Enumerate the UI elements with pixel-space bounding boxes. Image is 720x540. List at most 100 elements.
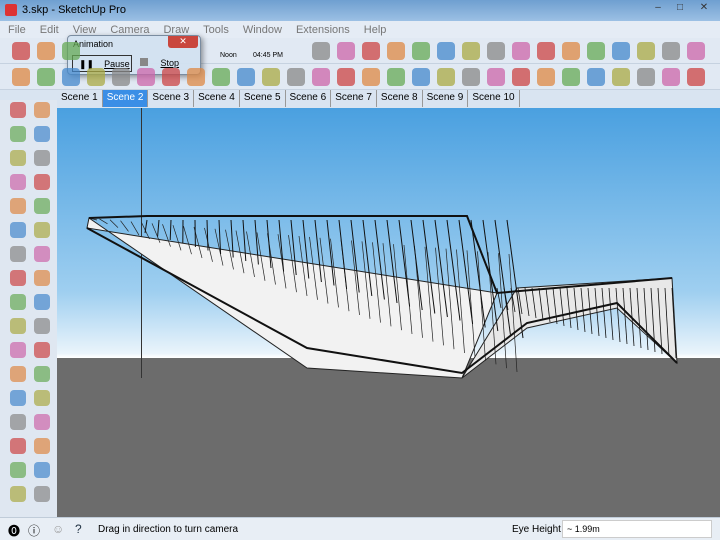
toolbar-tool-icon[interactable] [612, 68, 630, 86]
toolbar-tool-icon[interactable] [537, 68, 555, 86]
help-icon[interactable]: ? [75, 522, 82, 536]
drawing-tool-icon[interactable] [34, 366, 50, 382]
drawing-tool-icon[interactable] [10, 270, 26, 286]
toolbar-tool-icon[interactable] [662, 68, 680, 86]
toolbar-tool-icon[interactable] [587, 68, 605, 86]
drawing-tool-icon[interactable] [34, 246, 50, 262]
drawing-tool-icon[interactable] [34, 126, 50, 142]
toolbar-tool-icon[interactable] [87, 68, 105, 86]
drawing-tool-icon[interactable] [10, 486, 26, 502]
drawing-tool-icon[interactable] [34, 390, 50, 406]
toolbar-tool-icon[interactable] [487, 42, 505, 60]
geolocation-icon[interactable]: ⓿ [8, 522, 20, 539]
drawing-tool-icon[interactable] [10, 174, 26, 190]
toolbar-tool-icon[interactable] [362, 42, 380, 60]
drawing-tool-icon[interactable] [10, 342, 26, 358]
toolbar-tool-icon[interactable] [237, 68, 255, 86]
menu-window[interactable]: Window [243, 24, 282, 36]
drawing-tool-icon[interactable] [34, 198, 50, 214]
toolbar-tool-icon[interactable] [562, 42, 580, 60]
toolbar-tool-icon[interactable] [687, 68, 705, 86]
drawing-tool-icon[interactable] [10, 198, 26, 214]
dialog-close-button[interactable]: ✕ [168, 36, 198, 48]
toolbar-tool-icon[interactable] [412, 68, 430, 86]
drawing-tool-icon[interactable] [34, 414, 50, 430]
drawing-tool-icon[interactable] [10, 414, 26, 430]
drawing-tool-icon[interactable] [10, 150, 26, 166]
menu-tools[interactable]: Tools [203, 24, 229, 36]
toolbar-tool-icon[interactable] [12, 68, 30, 86]
scene-tab[interactable]: Scene 8 [377, 90, 423, 107]
maximize-button[interactable]: □ [670, 2, 690, 16]
measurements-input[interactable]: ~ 1.99m [562, 520, 712, 538]
scene-tab[interactable]: Scene 5 [240, 90, 286, 107]
toolbar-tool-icon[interactable] [687, 42, 705, 60]
toolbar-tool-icon[interactable] [362, 68, 380, 86]
drawing-tool-icon[interactable] [34, 342, 50, 358]
toolbar-tool-icon[interactable] [262, 68, 280, 86]
toolbar-tool-icon[interactable] [537, 42, 555, 60]
drawing-tool-icon[interactable] [34, 486, 50, 502]
toolbar-tool-icon[interactable] [462, 42, 480, 60]
viewport[interactable] [57, 108, 720, 517]
menu-edit[interactable]: Edit [40, 24, 59, 36]
toolbar-tool-icon[interactable] [387, 42, 405, 60]
scene-tab[interactable]: Scene 4 [194, 90, 240, 107]
drawing-tool-icon[interactable] [10, 246, 26, 262]
toolbar-tool-icon[interactable] [337, 68, 355, 86]
drawing-tool-icon[interactable] [10, 126, 26, 142]
drawing-tool-icon[interactable] [34, 222, 50, 238]
scene-tab[interactable]: Scene 9 [423, 90, 469, 107]
toolbar-tool-icon[interactable] [637, 42, 655, 60]
scene-tab[interactable]: Scene 1 [57, 90, 103, 107]
drawing-tool-icon[interactable] [34, 438, 50, 454]
drawing-tool-icon[interactable] [10, 318, 26, 334]
toolbar-tool-icon[interactable] [337, 42, 355, 60]
drawing-tool-icon[interactable] [34, 150, 50, 166]
toolbar-tool-icon[interactable] [37, 42, 55, 60]
scene-tab[interactable]: Scene 2 [102, 90, 149, 107]
toolbar-tool-icon[interactable] [612, 42, 630, 60]
toolbar-tool-icon[interactable] [512, 42, 530, 60]
drawing-tool-icon[interactable] [10, 222, 26, 238]
toolbar-tool-icon[interactable] [37, 68, 55, 86]
close-button[interactable]: ✕ [694, 2, 714, 16]
scene-tab[interactable]: Scene 3 [148, 90, 195, 107]
drawing-tool-icon[interactable] [34, 270, 50, 286]
drawing-tool-icon[interactable] [34, 174, 50, 190]
user-icon[interactable]: ☺ [52, 522, 64, 536]
toolbar-tool-icon[interactable] [287, 68, 305, 86]
toolbar-tool-icon[interactable] [487, 68, 505, 86]
menu-help[interactable]: Help [364, 24, 387, 36]
toolbar-tool-icon[interactable] [587, 42, 605, 60]
drawing-tool-icon[interactable] [10, 366, 26, 382]
scene-tab[interactable]: Scene 6 [286, 90, 332, 107]
drawing-tool-icon[interactable] [10, 294, 26, 310]
drawing-tool-icon[interactable] [10, 438, 26, 454]
toolbar-tool-icon[interactable] [437, 42, 455, 60]
info-icon[interactable]: ⓘ [28, 522, 40, 539]
drawing-tool-icon[interactable] [34, 294, 50, 310]
toolbar-tool-icon[interactable] [437, 68, 455, 86]
toolbar-tool-icon[interactable] [387, 68, 405, 86]
toolbar-tool-icon[interactable] [212, 68, 230, 86]
menu-file[interactable]: File [8, 24, 26, 36]
drawing-tool-icon[interactable] [10, 390, 26, 406]
toolbar-tool-icon[interactable] [462, 68, 480, 86]
toolbar-tool-icon[interactable] [187, 68, 205, 86]
drawing-tool-icon[interactable] [34, 462, 50, 478]
toolbar-tool-icon[interactable] [162, 68, 180, 86]
scene-tab[interactable]: Scene 7 [331, 90, 377, 107]
drawing-tool-icon[interactable] [34, 102, 50, 118]
toolbar-tool-icon[interactable] [637, 68, 655, 86]
toolbar-tool-icon[interactable] [62, 68, 80, 86]
toolbar-tool-icon[interactable] [412, 42, 430, 60]
menu-extensions[interactable]: Extensions [296, 24, 350, 36]
scene-tab[interactable]: Scene 10 [468, 90, 520, 107]
toolbar-tool-icon[interactable] [137, 68, 155, 86]
minimize-button[interactable]: – [648, 2, 668, 16]
toolbar-tool-icon[interactable] [62, 42, 80, 60]
toolbar-tool-icon[interactable] [662, 42, 680, 60]
toolbar-tool-icon[interactable] [112, 68, 130, 86]
toolbar-tool-icon[interactable] [562, 68, 580, 86]
